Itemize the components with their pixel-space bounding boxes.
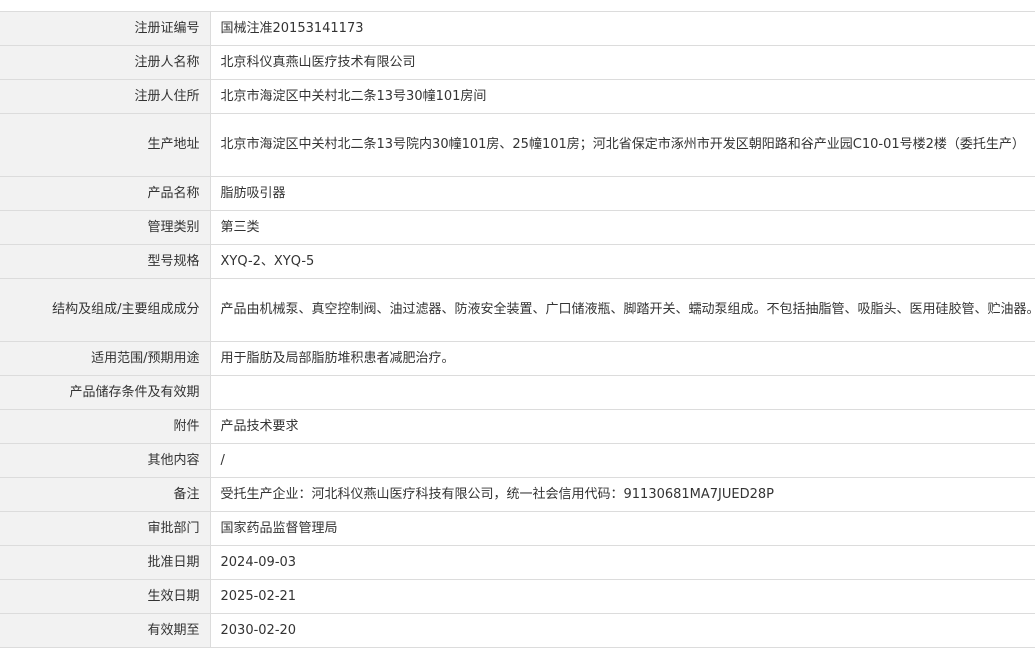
row-label: 其他内容 (0, 443, 211, 478)
row-label: 注册人名称 (0, 45, 211, 80)
row-value: 受托生产企业：河北科仪燕山医疗科技有限公司，统一社会信用代码：91130681M… (210, 477, 1035, 512)
row-production-address: 生产地址 北京市海淀区中关村北二条13号院内30幢101房、25幢101房；河北… (0, 113, 1035, 177)
row-approval-department: 审批部门 国家药品监督管理局 (0, 511, 1035, 546)
row-value: 国械注准20153141173 (210, 11, 1035, 46)
row-label: 有效期至 (0, 613, 211, 648)
row-registrant-name: 注册人名称 北京科仪真燕山医疗技术有限公司 (0, 45, 1035, 80)
row-value: 2024-09-03 (210, 545, 1035, 580)
row-effective-date: 生效日期 2025-02-21 (0, 579, 1035, 614)
row-approval-date: 批准日期 2024-09-03 (0, 545, 1035, 580)
row-remarks: 备注 受托生产企业：河北科仪燕山医疗科技有限公司，统一社会信用代码：911306… (0, 477, 1035, 512)
row-label: 注册人住所 (0, 79, 211, 114)
row-other-content: 其他内容 / (0, 443, 1035, 478)
row-value: 北京市海淀区中关村北二条13号院内30幢101房、25幢101房；河北省保定市涿… (210, 113, 1035, 177)
row-value: 北京市海淀区中关村北二条13号30幢101房间 (210, 79, 1035, 114)
registration-info-table-wrapper: 注册证编号 国械注准20153141173 注册人名称 北京科仪真燕山医疗技术有… (0, 11, 1035, 648)
row-expiry-date: 有效期至 2030-02-20 (0, 613, 1035, 648)
registration-info-table: 注册证编号 国械注准20153141173 注册人名称 北京科仪真燕山医疗技术有… (0, 11, 1035, 648)
row-attachment: 附件 产品技术要求 (0, 409, 1035, 444)
row-label: 结构及组成/主要组成成分 (0, 278, 211, 342)
row-value: 产品技术要求 (210, 409, 1035, 444)
row-value: 国家药品监督管理局 (210, 511, 1035, 546)
row-structure-composition: 结构及组成/主要组成成分 产品由机械泵、真空控制阀、油过滤器、防液安全装置、广口… (0, 278, 1035, 342)
row-value: 2025-02-21 (210, 579, 1035, 614)
row-value: XYQ-2、XYQ-5 (210, 244, 1035, 279)
row-value: 脂肪吸引器 (210, 176, 1035, 211)
row-label: 产品储存条件及有效期 (0, 375, 211, 410)
row-value: 2030-02-20 (210, 613, 1035, 648)
row-value: 第三类 (210, 210, 1035, 245)
row-product-name: 产品名称 脂肪吸引器 (0, 176, 1035, 211)
row-label: 批准日期 (0, 545, 211, 580)
row-value: 北京科仪真燕山医疗技术有限公司 (210, 45, 1035, 80)
row-value: 用于脂肪及局部脂肪堆积患者减肥治疗。 (210, 341, 1035, 376)
row-value (210, 375, 1035, 410)
row-label: 管理类别 (0, 210, 211, 245)
row-management-category: 管理类别 第三类 (0, 210, 1035, 245)
row-model-spec: 型号规格 XYQ-2、XYQ-5 (0, 244, 1035, 279)
row-label: 生效日期 (0, 579, 211, 614)
row-label: 生产地址 (0, 113, 211, 177)
row-label: 注册证编号 (0, 11, 211, 46)
row-registration-number: 注册证编号 国械注准20153141173 (0, 11, 1035, 46)
row-registrant-address: 注册人住所 北京市海淀区中关村北二条13号30幢101房间 (0, 79, 1035, 114)
row-label: 产品名称 (0, 176, 211, 211)
row-label: 型号规格 (0, 244, 211, 279)
row-label: 适用范围/预期用途 (0, 341, 211, 376)
row-label: 备注 (0, 477, 211, 512)
row-value: 产品由机械泵、真空控制阀、油过滤器、防液安全装置、广口储液瓶、脚踏开关、蠕动泵组… (210, 278, 1035, 342)
row-label: 附件 (0, 409, 211, 444)
row-storage-conditions: 产品储存条件及有效期 (0, 375, 1035, 410)
row-value: / (210, 443, 1035, 478)
row-label: 审批部门 (0, 511, 211, 546)
row-intended-use: 适用范围/预期用途 用于脂肪及局部脂肪堆积患者减肥治疗。 (0, 341, 1035, 376)
